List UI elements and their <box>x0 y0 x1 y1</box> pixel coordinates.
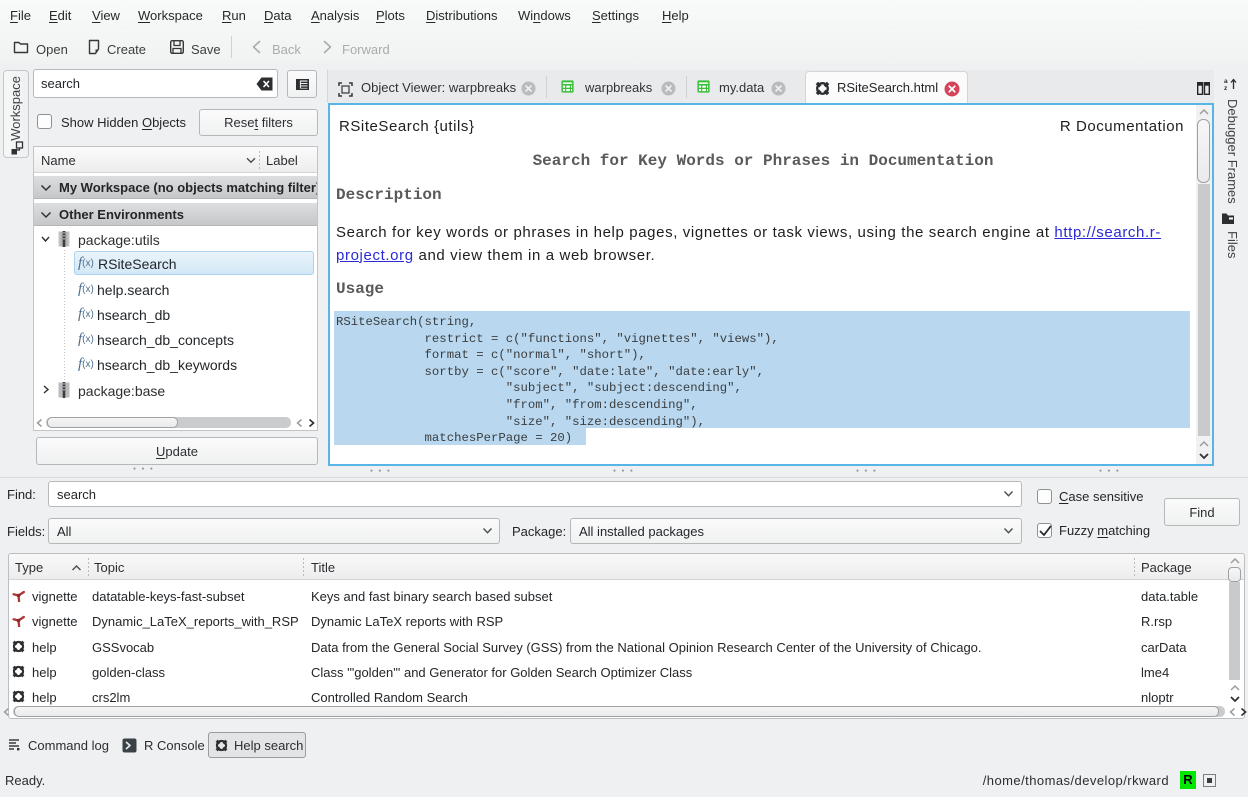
svg-text:z: z <box>1224 85 1228 91</box>
svg-text:a: a <box>1224 78 1228 85</box>
